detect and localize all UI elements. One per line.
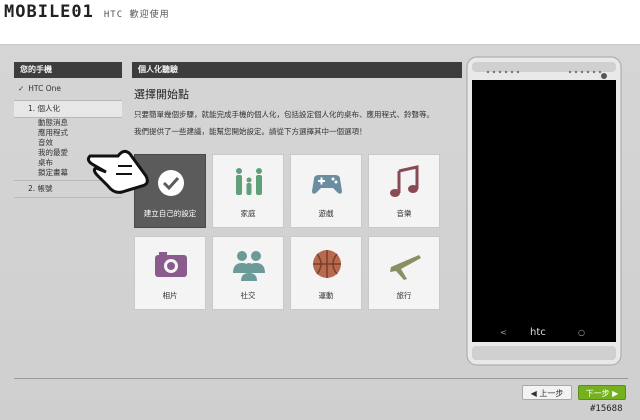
- phone-preview: < ○ htc: [466, 56, 622, 366]
- step-personalize[interactable]: 1. 個人化: [14, 101, 122, 118]
- people-icon: [233, 251, 265, 281]
- description-2: 我們提供了一些建議，能幫您開始設定。請從下方選擇其中一個選項！: [134, 127, 367, 136]
- watermark: #15688: [590, 404, 623, 414]
- device-name: HTC One: [14, 78, 122, 101]
- tile-label: 建立自己的設定: [143, 209, 197, 218]
- sub-item-news[interactable]: 動態消息: [38, 118, 122, 128]
- svg-text:<: <: [500, 328, 507, 337]
- tile-label: 相片: [162, 291, 178, 300]
- tile-travel[interactable]: 旅行: [368, 236, 440, 310]
- tile-label: 運動: [318, 291, 334, 300]
- tile-music[interactable]: 音樂: [368, 154, 440, 228]
- tile-games[interactable]: 遊戲: [290, 154, 362, 228]
- family-icon: [236, 168, 262, 195]
- tile-social[interactable]: 社交: [212, 236, 284, 310]
- airplane-icon: [390, 255, 421, 280]
- prev-button[interactable]: ◀ 上一步: [522, 385, 572, 400]
- check-icon: [158, 170, 184, 196]
- page-title: 選擇開始點: [134, 88, 189, 101]
- footer-divider: [14, 378, 628, 379]
- gamepad-icon: [312, 175, 342, 194]
- tile-family[interactable]: 家庭: [212, 154, 284, 228]
- your-phone-header: 您的手機: [14, 62, 122, 78]
- phone-brand: htc: [530, 327, 546, 338]
- basketball-icon: [313, 250, 341, 278]
- music-note-icon: [390, 165, 419, 197]
- camera-icon: [155, 252, 187, 277]
- top-bar: MOBILE01 HTC 歡迎使用: [0, 0, 640, 45]
- tile-label: 音樂: [396, 209, 412, 218]
- personalize-header: 個人化聽驗: [132, 62, 462, 78]
- phone-illustration: < ○ htc: [466, 56, 622, 366]
- tile-label: 旅行: [396, 291, 412, 300]
- tile-label: 家庭: [240, 209, 256, 218]
- tile-sports[interactable]: 運動: [290, 236, 362, 310]
- main-content: 個人化聽驗 選擇開始點 只要簡單幾個步驟，就能完成手機的個人化，包括設定個人化的…: [132, 62, 462, 322]
- next-button[interactable]: 下一步 ▶: [578, 385, 626, 400]
- header-subtitle: HTC 歡迎使用: [103, 10, 170, 20]
- description-1: 只要簡單幾個步驟，就能完成手機的個人化，包括設定個人化的桌布、應用程式、鈴聲等。: [134, 110, 434, 119]
- tile-label: 遊戲: [318, 209, 334, 218]
- tile-photos[interactable]: 相片: [134, 236, 206, 310]
- site-logo: MOBILE01 HTC 歡迎使用: [4, 2, 170, 22]
- pointing-hand-icon: [86, 149, 149, 194]
- logo-text: MOBILE01: [4, 2, 94, 22]
- svg-text:○: ○: [578, 328, 585, 337]
- tile-label: 社交: [240, 291, 256, 300]
- sub-item-apps[interactable]: 應用程式: [38, 128, 122, 138]
